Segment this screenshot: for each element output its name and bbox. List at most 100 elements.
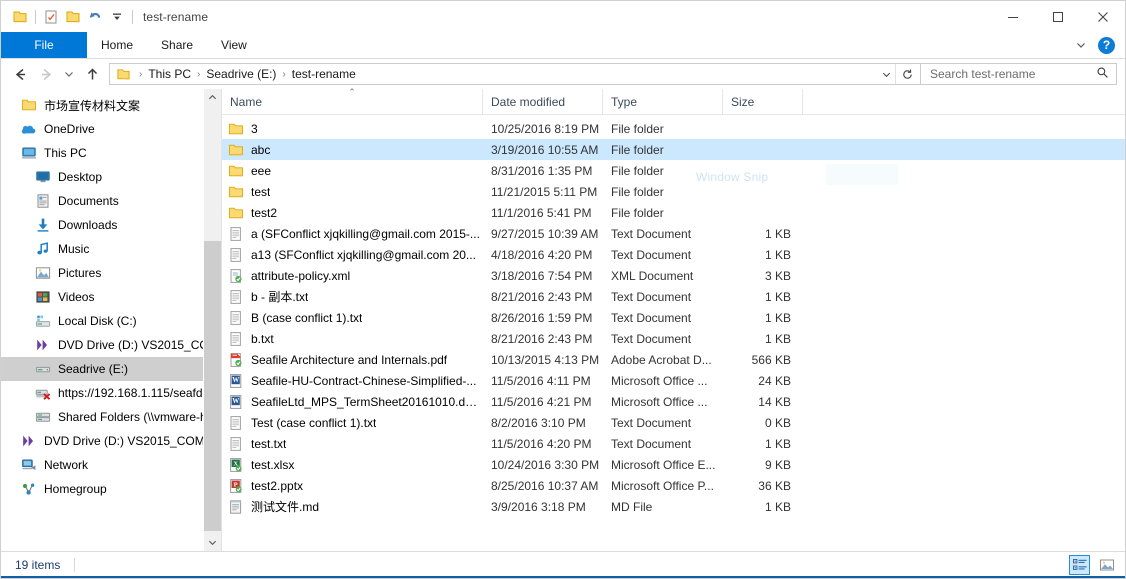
recent-locations-button[interactable] xyxy=(59,61,79,87)
address-dropdown-icon[interactable] xyxy=(876,64,896,84)
sidebar-item[interactable]: Network xyxy=(1,453,221,477)
breadcrumb-item-test-rename[interactable]: test-rename xyxy=(289,67,359,81)
sidebar-item[interactable]: 市场宣传材料文案 xyxy=(1,93,221,117)
customize-qat-icon[interactable] xyxy=(106,6,128,28)
table-row[interactable]: Xtest.xlsx10/24/2016 3:30 PMMicrosoft Of… xyxy=(222,454,1125,475)
table-row[interactable]: test11/21/2015 5:11 PMFile folder xyxy=(222,181,1125,202)
table-row[interactable]: Seafile Architecture and Internals.pdf10… xyxy=(222,349,1125,370)
sidebar-item[interactable]: DVD Drive (D:) VS2015_COM_ xyxy=(1,333,221,357)
column-header-name-label: Name xyxy=(230,95,262,109)
sidebar-item-label: This PC xyxy=(44,146,87,160)
table-row[interactable]: test.txt11/5/2016 4:20 PMText Document1 … xyxy=(222,433,1125,454)
table-row[interactable]: b - 副本.txt8/21/2016 2:43 PMText Document… xyxy=(222,286,1125,307)
sidebar-item[interactable]: Seadrive (E:) xyxy=(1,357,221,381)
forward-button[interactable] xyxy=(33,61,59,87)
file-name-cell[interactable]: b - 副本.txt xyxy=(222,288,483,305)
file-name-cell[interactable]: WSeafile-HU-Contract-Chinese-Simplified-… xyxy=(222,373,483,389)
scrollbar-thumb[interactable] xyxy=(204,241,221,531)
sidebar-item[interactable]: Homegroup xyxy=(1,477,221,501)
refresh-icon[interactable] xyxy=(895,64,918,84)
breadcrumb-separator-1[interactable]: › xyxy=(194,69,203,80)
help-button[interactable]: ? xyxy=(1098,37,1115,54)
table-row[interactable]: eee8/31/2016 1:35 PMFile folder xyxy=(222,160,1125,181)
tab-share[interactable]: Share xyxy=(147,32,207,58)
file-name-cell[interactable]: Test (case conflict 1).txt xyxy=(222,415,483,431)
sidebar-item[interactable]: Documents xyxy=(1,189,221,213)
file-name-cell[interactable]: Xtest.xlsx xyxy=(222,457,483,473)
file-name-cell[interactable]: test.txt xyxy=(222,436,483,452)
tab-view[interactable]: View xyxy=(207,32,261,58)
details-view-button[interactable] xyxy=(1069,555,1090,575)
chevron-down-icon[interactable] xyxy=(1070,34,1092,56)
new-folder-icon[interactable] xyxy=(62,6,84,28)
breadcrumb-bar[interactable]: › This PC › Seadrive (E:) › test-rename xyxy=(109,63,921,85)
table-row[interactable]: test211/1/2016 5:41 PMFile folder xyxy=(222,202,1125,223)
sidebar-item[interactable]: DVD Drive (D:) VS2015_COM_E xyxy=(1,429,221,453)
back-button[interactable] xyxy=(7,61,33,87)
file-size-cell: 1 KB xyxy=(723,290,803,304)
scroll-down-icon[interactable] xyxy=(204,534,221,551)
file-name-cell[interactable]: eee xyxy=(222,163,483,179)
table-row[interactable]: Ptest2.pptx8/25/2016 10:37 AMMicrosoft O… xyxy=(222,475,1125,496)
file-name-cell[interactable]: WSeafileLtd_MPS_TermSheet20161010.docx xyxy=(222,394,483,410)
column-header-size[interactable]: Size xyxy=(723,89,803,114)
file-name-cell[interactable]: Seafile Architecture and Internals.pdf xyxy=(222,352,483,368)
table-row[interactable]: b.txt8/21/2016 2:43 PMText Document1 KB xyxy=(222,328,1125,349)
maximize-button[interactable] xyxy=(1035,1,1080,32)
sidebar-item[interactable]: Videos xyxy=(1,285,221,309)
column-header-name[interactable]: ⌃ Name xyxy=(222,89,483,114)
close-button[interactable] xyxy=(1080,1,1125,32)
file-name-cell[interactable]: attribute-policy.xml xyxy=(222,268,483,284)
sidebar-item-label: DVD Drive (D:) VS2015_COM_ xyxy=(58,338,221,352)
file-name-cell[interactable]: 3 xyxy=(222,121,483,137)
file-name-cell[interactable]: B (case conflict 1).txt xyxy=(222,310,483,326)
file-name-cell[interactable]: test2 xyxy=(222,205,483,221)
file-name-cell[interactable]: abc xyxy=(222,142,483,158)
table-row[interactable]: a (SFConflict xjqkilling@gmail.com 2015-… xyxy=(222,223,1125,244)
table-row[interactable]: 测试文件.md3/9/2016 3:18 PMMD File1 KB xyxy=(222,496,1125,517)
file-name-cell[interactable]: b.txt xyxy=(222,331,483,347)
properties-icon[interactable] xyxy=(40,6,62,28)
sidebar-item[interactable]: https://192.168.1.115/seafdav xyxy=(1,381,221,405)
sidebar-item[interactable]: Music xyxy=(1,237,221,261)
file-name-cell[interactable]: Ptest2.pptx xyxy=(222,478,483,494)
table-row[interactable]: abc3/19/2016 10:55 AMFile folder xyxy=(222,139,1125,160)
file-name-cell[interactable]: a (SFConflict xjqkilling@gmail.com 2015-… xyxy=(222,226,483,242)
file-name-cell[interactable]: 测试文件.md xyxy=(222,498,483,515)
table-row[interactable]: B (case conflict 1).txt8/26/2016 1:59 PM… xyxy=(222,307,1125,328)
search-input[interactable]: Search test-rename xyxy=(921,63,1117,85)
table-row[interactable]: attribute-policy.xml3/18/2016 7:54 PMXML… xyxy=(222,265,1125,286)
table-row[interactable]: a13 (SFConflict xjqkilling@gmail.com 20.… xyxy=(222,244,1125,265)
file-name-cell[interactable]: a13 (SFConflict xjqkilling@gmail.com 20.… xyxy=(222,247,483,263)
tab-file[interactable]: File xyxy=(1,32,87,58)
sidebar-item[interactable]: Pictures xyxy=(1,261,221,285)
navigation-scrollbar[interactable] xyxy=(203,89,221,551)
column-header-date-modified[interactable]: Date modified xyxy=(483,89,603,114)
search-icon[interactable] xyxy=(1096,66,1109,82)
minimize-button[interactable] xyxy=(990,1,1035,32)
breadcrumb-separator-2[interactable]: › xyxy=(279,69,288,80)
large-icons-view-button[interactable] xyxy=(1096,555,1117,575)
folder-icon[interactable] xyxy=(9,6,31,28)
up-button[interactable] xyxy=(79,61,105,87)
file-name-cell[interactable]: test xyxy=(222,184,483,200)
scroll-up-icon[interactable] xyxy=(204,89,221,106)
breadcrumb-item-seadrive[interactable]: Seadrive (E:) xyxy=(203,67,279,81)
sidebar-item[interactable]: Downloads xyxy=(1,213,221,237)
table-row[interactable]: Test (case conflict 1).txt8/2/2016 3:10 … xyxy=(222,412,1125,433)
table-row[interactable]: WSeafile-HU-Contract-Chinese-Simplified-… xyxy=(222,370,1125,391)
column-header-type[interactable]: Type xyxy=(603,89,723,114)
sidebar-item[interactable]: Local Disk (C:) xyxy=(1,309,221,333)
table-row[interactable]: WSeafileLtd_MPS_TermSheet20161010.docx11… xyxy=(222,391,1125,412)
netdrive-disconnected-icon xyxy=(35,385,51,401)
sidebar-item[interactable]: This PC xyxy=(1,141,221,165)
sidebar-item-label: Local Disk (C:) xyxy=(58,314,137,328)
file-type-cell: File folder xyxy=(603,143,723,157)
table-row[interactable]: 310/25/2016 8:19 PMFile folder xyxy=(222,118,1125,139)
sidebar-item[interactable]: Shared Folders (\\vmware-ho xyxy=(1,405,221,429)
tab-home[interactable]: Home xyxy=(87,32,147,58)
breadcrumb-item-this-pc[interactable]: This PC xyxy=(145,67,194,81)
sidebar-item[interactable]: OneDrive xyxy=(1,117,221,141)
sidebar-item[interactable]: Desktop xyxy=(1,165,221,189)
undo-icon[interactable] xyxy=(84,6,106,28)
